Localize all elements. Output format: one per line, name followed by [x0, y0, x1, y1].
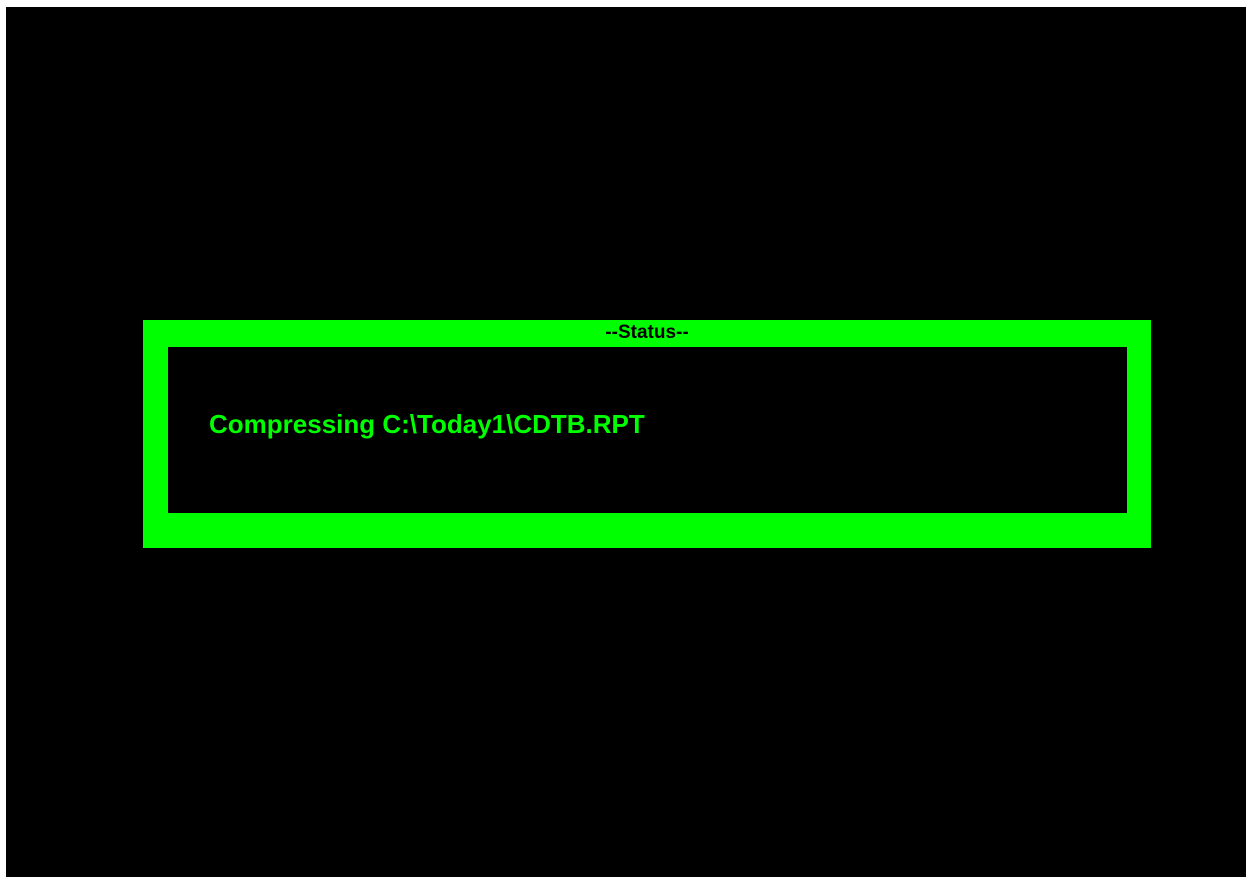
- status-message: Compressing C:\Today1\CDTB.RPT: [209, 409, 645, 439]
- status-panel: --Status-- Compressing C:\Today1\CDTB.RP…: [143, 320, 1151, 548]
- status-panel-body: Compressing C:\Today1\CDTB.RPT: [168, 347, 1127, 513]
- dos-screen: --Status-- Compressing C:\Today1\CDTB.RP…: [6, 7, 1246, 877]
- status-panel-title: --Status--: [605, 322, 689, 343]
